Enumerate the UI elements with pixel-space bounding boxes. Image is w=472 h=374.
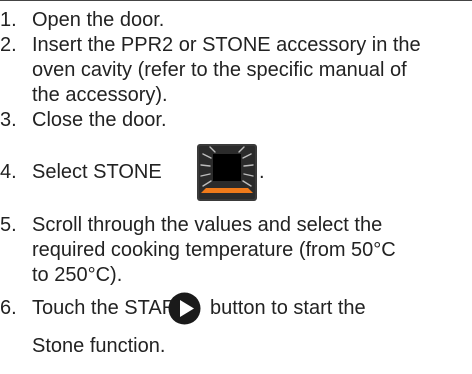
step-text: Close the door.	[32, 109, 167, 131]
step-number: 4.	[0, 161, 17, 183]
step-text-end: .	[259, 161, 265, 183]
step-text-line: Stone function.	[32, 335, 166, 357]
stone-function-icon	[197, 144, 257, 201]
step-number: 2.	[0, 34, 17, 56]
step-text: Scroll through the values and select the…	[32, 213, 462, 288]
step-text-line: Scroll through the values and select the	[32, 214, 383, 236]
step-text-line: to 250°C).	[32, 264, 123, 286]
step-text-end: button to start the	[210, 297, 366, 319]
step-text-line: Insert the PPR2 or STONE accessory in th…	[32, 34, 421, 56]
step-number: 5.	[0, 214, 17, 236]
start-play-icon	[168, 292, 201, 325]
step-text-line: required cooking temperature (from 50°C	[32, 239, 396, 261]
step-text-line: oven cavity (refer to the specific manua…	[32, 59, 407, 81]
step-text: Insert the PPR2 or STONE accessory in th…	[32, 33, 462, 108]
step-text-line: the accessory).	[32, 84, 168, 106]
step-number: 6.	[0, 297, 17, 319]
step-number: 3.	[0, 109, 17, 131]
top-divider	[0, 0, 472, 1]
step-text: Open the door.	[32, 9, 165, 31]
step-number: 1.	[0, 9, 17, 31]
